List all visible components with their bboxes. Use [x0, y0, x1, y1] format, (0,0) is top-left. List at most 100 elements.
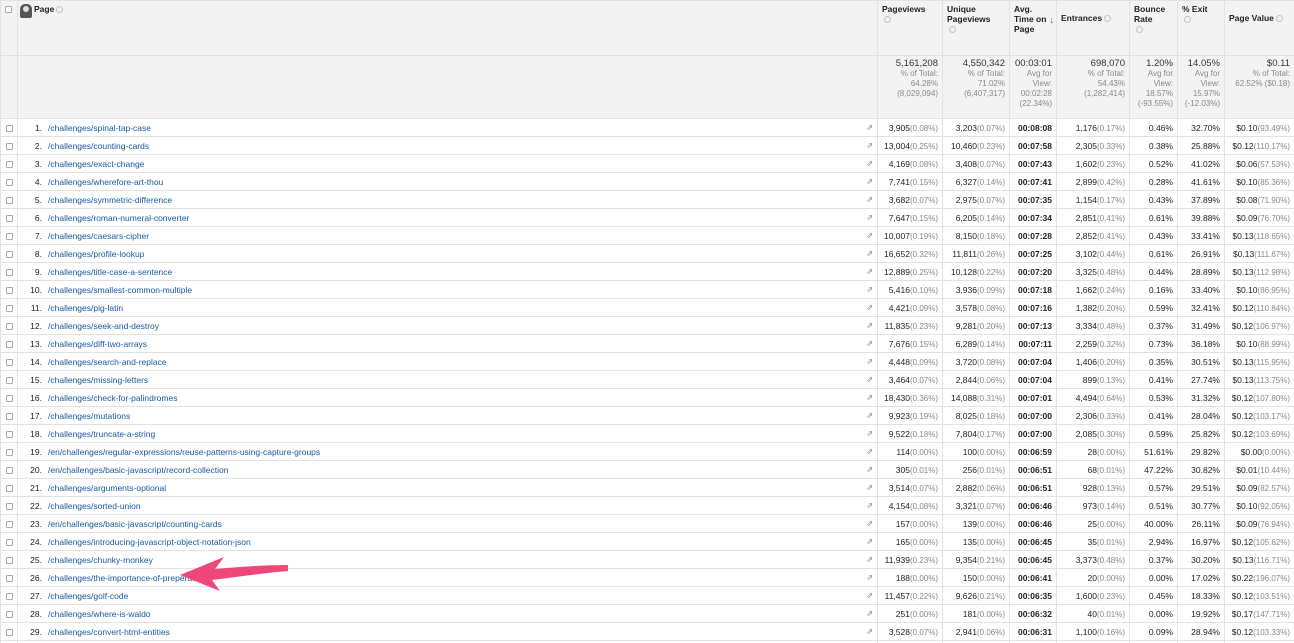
page-link[interactable]: /challenges/exact-change	[48, 159, 144, 169]
help-icon[interactable]	[1184, 16, 1191, 24]
row-checkbox-cell[interactable]	[0, 496, 18, 515]
external-link-icon[interactable]: ⇗	[866, 573, 873, 582]
checkbox-icon[interactable]	[5, 538, 13, 546]
row-checkbox-cell[interactable]	[0, 586, 18, 605]
external-link-icon[interactable]: ⇗	[866, 501, 873, 510]
table-row[interactable]: 10. /challenges/smallest-common-multiple ⇗…	[0, 280, 1294, 299]
table-row[interactable]: 21. /challenges/arguments-optional ⇗ 3,514(…	[0, 478, 1294, 497]
page-link[interactable]: /en/challenges/basic-javascript/record-c…	[48, 465, 228, 475]
checkbox-icon[interactable]	[5, 124, 13, 132]
table-row[interactable]: 6. /challenges/roman-numeral-converter ⇗ 7,…	[0, 208, 1294, 227]
page-link[interactable]: /challenges/smallest-common-multiple	[48, 285, 192, 295]
table-row[interactable]: 28. /challenges/where-is-waldo ⇗ 251(0.00%)…	[0, 604, 1294, 623]
checkbox-icon[interactable]	[5, 160, 13, 168]
external-link-icon[interactable]: ⇗	[866, 123, 873, 132]
row-checkbox-cell[interactable]	[0, 154, 18, 173]
table-row[interactable]: 29. /challenges/convert-html-entities ⇗ 3,5…	[0, 622, 1294, 641]
external-link-icon[interactable]: ⇗	[866, 357, 873, 366]
checkbox-icon[interactable]	[5, 412, 13, 420]
column-header-avg-time[interactable]: Avg. Time on Page ↓	[1009, 0, 1057, 56]
page-link[interactable]: /challenges/spinal-tap-case	[48, 123, 151, 133]
external-link-icon[interactable]: ⇗	[866, 519, 873, 528]
row-checkbox-cell[interactable]	[0, 226, 18, 245]
checkbox-icon[interactable]	[5, 6, 12, 14]
external-link-icon[interactable]: ⇗	[866, 339, 873, 348]
checkbox-icon[interactable]	[5, 628, 13, 636]
row-checkbox-cell[interactable]	[0, 136, 18, 155]
checkbox-icon[interactable]	[5, 358, 13, 366]
row-checkbox-cell[interactable]	[0, 532, 18, 551]
external-link-icon[interactable]: ⇗	[866, 159, 873, 168]
row-checkbox-cell[interactable]	[0, 172, 18, 191]
table-row[interactable]: 13. /challenges/diff-two-arrays ⇗ 7,676(0.1…	[0, 334, 1294, 353]
page-link[interactable]: /challenges/convert-html-entities	[48, 627, 170, 637]
table-row[interactable]: 17. /challenges/mutations ⇗ 9,923(0.19%) 8,0…	[0, 406, 1294, 425]
checkbox-icon[interactable]	[5, 142, 13, 150]
checkbox-icon[interactable]	[5, 520, 13, 528]
external-link-icon[interactable]: ⇗	[866, 483, 873, 492]
row-checkbox-cell[interactable]	[0, 568, 18, 587]
row-checkbox-cell[interactable]	[0, 622, 18, 641]
column-header-bounce-rate[interactable]: Bounce Rate	[1129, 0, 1178, 56]
row-checkbox-cell[interactable]	[0, 190, 18, 209]
table-row[interactable]: 9. /challenges/title-case-a-sentence ⇗ 12,8…	[0, 262, 1294, 281]
external-link-icon[interactable]: ⇗	[866, 393, 873, 402]
row-checkbox-cell[interactable]	[0, 298, 18, 317]
page-link[interactable]: /challenges/counting-cards	[48, 141, 149, 151]
page-link[interactable]: /challenges/symmetric-difference	[48, 195, 172, 205]
external-link-icon[interactable]: ⇗	[866, 375, 873, 384]
column-header-unique-pageviews[interactable]: Unique Pageviews	[942, 0, 1010, 56]
column-header-exit[interactable]: % Exit	[1177, 0, 1225, 56]
page-link[interactable]: /challenges/sorted-union	[48, 501, 141, 511]
checkbox-icon[interactable]	[5, 574, 13, 582]
checkbox-icon[interactable]	[5, 484, 13, 492]
checkbox-icon[interactable]	[5, 502, 13, 510]
checkbox-icon[interactable]	[5, 322, 13, 330]
sort-down-icon[interactable]: ↓	[1050, 15, 1055, 25]
checkbox-icon[interactable]	[5, 286, 13, 294]
external-link-icon[interactable]: ⇗	[866, 285, 873, 294]
table-row[interactable]: 24. /challenges/introducing-javascript-ob…	[0, 532, 1294, 551]
table-row[interactable]: 18. /challenges/truncate-a-string ⇗ 9,522(0…	[0, 424, 1294, 443]
external-link-icon[interactable]: ⇗	[866, 537, 873, 546]
table-row[interactable]: 23. /en/challenges/basic-javascript/count…	[0, 514, 1294, 533]
column-header-page[interactable]: Page	[17, 0, 878, 56]
row-checkbox-cell[interactable]	[0, 460, 18, 479]
page-link[interactable]: /challenges/mutations	[48, 411, 130, 421]
row-checkbox-cell[interactable]	[0, 370, 18, 389]
row-checkbox-cell[interactable]	[0, 334, 18, 353]
external-link-icon[interactable]: ⇗	[866, 609, 873, 618]
page-link[interactable]: /challenges/pig-latin	[48, 303, 123, 313]
table-row[interactable]: 8. /challenges/profile-lookup ⇗ 16,652(0.32…	[0, 244, 1294, 263]
external-link-icon[interactable]: ⇗	[866, 465, 873, 474]
table-row[interactable]: 2. /challenges/counting-cards ⇗ 13,004(0.25…	[0, 136, 1294, 155]
help-icon[interactable]	[56, 6, 64, 14]
table-row[interactable]: 11. /challenges/pig-latin ⇗ 4,421(0.09%) 3,5…	[0, 298, 1294, 317]
external-link-icon[interactable]: ⇗	[866, 411, 873, 420]
row-checkbox-cell[interactable]	[0, 316, 18, 335]
external-link-icon[interactable]: ⇗	[866, 249, 873, 258]
external-link-icon[interactable]: ⇗	[866, 447, 873, 456]
page-link[interactable]: /challenges/roman-numeral-converter	[48, 213, 189, 223]
row-checkbox-cell[interactable]	[0, 280, 18, 299]
help-icon[interactable]	[949, 26, 956, 34]
checkbox-icon[interactable]	[5, 556, 13, 564]
row-checkbox-cell[interactable]	[0, 118, 18, 137]
checkbox-icon[interactable]	[5, 448, 13, 456]
checkbox-icon[interactable]	[5, 610, 13, 618]
page-link[interactable]: /en/challenges/regular-expressions/reuse…	[48, 447, 320, 457]
page-link[interactable]: /challenges/missing-letters	[48, 375, 148, 385]
row-checkbox-cell[interactable]	[0, 478, 18, 497]
page-link[interactable]: /challenges/search-and-replace	[48, 357, 167, 367]
table-row[interactable]: 22. /challenges/sorted-union ⇗ 4,154(0.08%)…	[0, 496, 1294, 515]
checkbox-icon[interactable]	[5, 394, 13, 402]
row-checkbox-cell[interactable]	[0, 424, 18, 443]
table-row[interactable]: 12. /challenges/seek-and-destroy ⇗ 11,835(0…	[0, 316, 1294, 335]
page-link[interactable]: /challenges/caesars-cipher	[48, 231, 149, 241]
page-link[interactable]: /challenges/introducing-javascript-objec…	[48, 537, 251, 547]
table-row[interactable]: 15. /challenges/missing-letters ⇗ 3,464(0.0…	[0, 370, 1294, 389]
checkbox-icon[interactable]	[5, 214, 13, 222]
row-checkbox-cell[interactable]	[0, 244, 18, 263]
page-link[interactable]: /challenges/chunky-monkey	[48, 555, 153, 565]
external-link-icon[interactable]: ⇗	[866, 591, 873, 600]
